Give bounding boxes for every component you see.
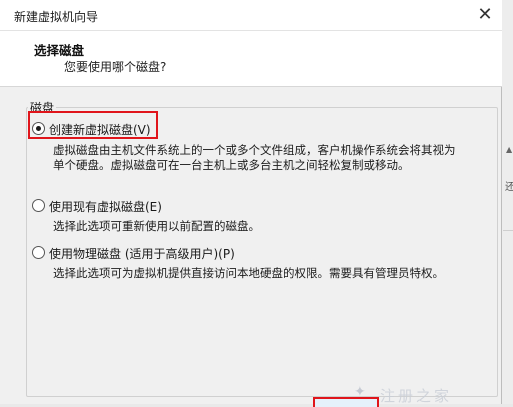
next-button[interactable] [313,397,379,407]
description-line: 虚拟磁盘由主机文件系统上的一个或多个文件组成，客户机操作系统会将其视为 [53,143,456,157]
title-bar: 新建虚拟机向导 ✕ [0,0,502,31]
option-description-create-new: 虚拟磁盘由主机文件系统上的一个或多个文件组成，客户机操作系统会将其视为 单个硬盘… [53,143,456,172]
background-window-edge [502,0,513,404]
wizard-header: 选择磁盘 您要使用哪个磁盘? [0,31,502,87]
window-title: 新建虚拟机向导 [14,10,99,24]
option-description-use-existing: 选择此选项可重新使用以前配置的磁盘。 [53,219,260,234]
watermark: 注册之家 [380,387,453,405]
option-label-use-physical[interactable]: 使用物理磁盘 (适用于高级用户)(P) [49,245,235,262]
annotation-highlight-box [28,111,158,139]
chevron-up-icon: ▲ [506,145,513,154]
new-vm-wizard-dialog: 新建虚拟机向导 ✕ 选择磁盘 您要使用哪个磁盘? 磁盘 创建新虚拟磁盘(V) 虚… [0,0,502,407]
background-edge-divider [503,230,513,231]
option-description-use-physical: 选择此选项可为虚拟机提供直接访问本地硬盘的权限。需要具有管理员特权。 [53,266,444,281]
radio-use-existing-disk[interactable] [32,199,45,212]
description-line: 单个硬盘。虚拟磁盘可在一台主机上或多台主机之间轻松复制或移动。 [53,157,410,172]
page-subtitle: 您要使用哪个磁盘? [64,60,167,74]
description-line: 选择此选项可为虚拟机提供直接访问本地硬盘的权限。需要具有管理员特权。 [53,266,444,280]
page-title: 选择磁盘 [34,43,85,58]
watermark-logo-icon: ✦ [354,384,366,400]
close-icon[interactable]: ✕ [468,0,502,30]
background-edge-text: 还 [505,182,513,193]
radio-use-physical-disk[interactable] [32,246,45,259]
option-label-use-existing[interactable]: 使用现有虚拟磁盘(E) [49,198,162,215]
description-line: 选择此选项可重新使用以前配置的磁盘。 [53,219,260,233]
